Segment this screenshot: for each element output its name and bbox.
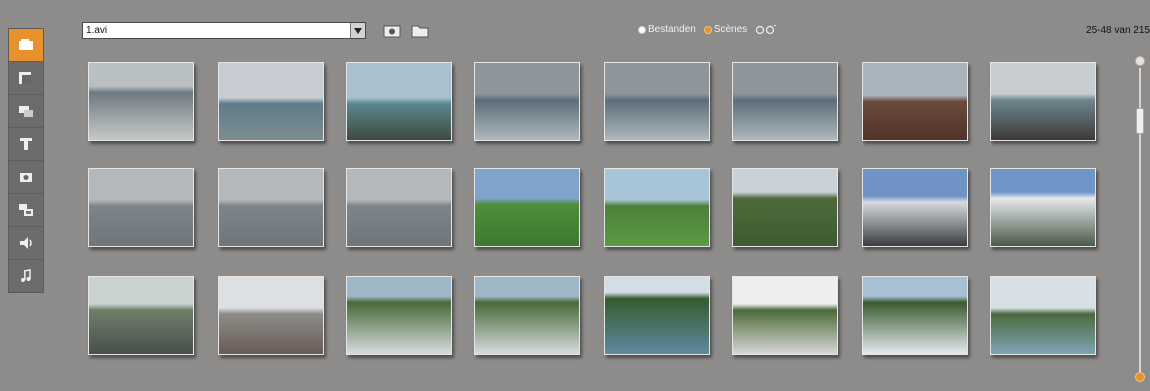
sidebar-item-music[interactable] (9, 260, 43, 292)
sidebar-item-video-library[interactable] (9, 29, 43, 62)
scene-thumbnail[interactable] (732, 168, 838, 247)
scene-detection-icon[interactable] (755, 24, 777, 35)
sidebar-item-transitions[interactable] (9, 62, 43, 95)
scene-thumbnail[interactable] (218, 168, 324, 247)
sidebar-toolbox (8, 28, 44, 293)
scrollbar-thumb[interactable] (1136, 108, 1144, 134)
radio-scenes-dot[interactable] (703, 25, 712, 34)
scene-thumbnail[interactable] (732, 276, 838, 355)
file-dropdown[interactable]: 1.avi (82, 22, 366, 39)
scene-thumbnail[interactable] (604, 276, 710, 355)
sidebar-item-sound-effects[interactable] (9, 227, 43, 260)
sidebar-item-photo[interactable] (9, 161, 43, 194)
scene-thumbnail[interactable] (88, 276, 194, 355)
radio-scenes[interactable]: Scènes (703, 24, 748, 35)
photo-icon (20, 173, 32, 182)
scene-thumbnail[interactable] (604, 62, 710, 141)
scene-thumbnail[interactable] (346, 276, 452, 355)
scene-thumbnail[interactable] (862, 62, 968, 141)
scene-thumbnail[interactable] (732, 62, 838, 141)
scene-thumbnail[interactable] (990, 276, 1096, 355)
scene-thumbnail[interactable] (604, 168, 710, 247)
text-icon (20, 138, 32, 150)
radio-files[interactable]: Bestanden (638, 24, 696, 35)
scene-thumbnail[interactable] (474, 276, 580, 355)
page-counter: 25-48 van 215 (1086, 25, 1150, 36)
scene-thumbnail[interactable] (474, 62, 580, 141)
scene-thumbnail[interactable] (346, 62, 452, 141)
radio-files-dot[interactable] (638, 25, 646, 34)
scroll-bottom-knob[interactable] (1135, 372, 1145, 382)
scene-thumbnail[interactable] (862, 276, 968, 355)
scene-thumbnail[interactable] (990, 62, 1096, 141)
scene-thumbnail[interactable] (474, 168, 580, 247)
view-mode-radio-group: Bestanden Scènes (638, 24, 777, 35)
video-library-icon (19, 39, 33, 50)
scene-thumbnail[interactable] (862, 168, 968, 247)
radio-files-label: Bestanden (648, 24, 696, 35)
folder-icon[interactable] (411, 23, 429, 38)
sidebar-item-titles[interactable] (9, 95, 43, 128)
album-toolbar: 1.avi Bestanden Scènes 25-48 van 215 (82, 22, 1150, 44)
scene-thumbnail[interactable] (218, 276, 324, 355)
scene-thumbnail[interactable] (990, 168, 1096, 247)
scene-thumbnail[interactable] (218, 62, 324, 141)
radio-scenes-label: Scènes (713, 24, 748, 35)
scroll-top-knob[interactable] (1135, 56, 1145, 66)
scene-thumbnail[interactable] (88, 62, 194, 141)
transitions-icon (19, 72, 31, 84)
music-icon (21, 269, 31, 282)
scene-thumbnail[interactable] (88, 168, 194, 247)
file-dropdown-value: 1.avi (86, 25, 108, 36)
vertical-scrollbar[interactable] (1135, 56, 1145, 384)
menu-icon (19, 204, 33, 216)
titles-icon (19, 106, 33, 117)
scene-thumbnail[interactable] (346, 168, 452, 247)
sound-effects-icon (20, 237, 32, 249)
open-camera-icon[interactable] (383, 23, 401, 38)
sidebar-item-menu[interactable] (9, 194, 43, 227)
sidebar-item-text[interactable] (9, 128, 43, 161)
chevron-down-icon[interactable] (350, 23, 365, 38)
